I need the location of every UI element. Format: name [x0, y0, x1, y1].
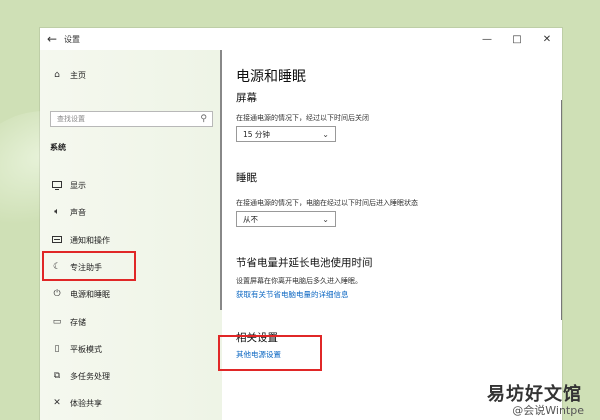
- sleep-heading: 睡眠: [236, 172, 257, 184]
- notification-icon: [48, 235, 66, 245]
- battery-info-link[interactable]: 获取有关节省电脑电量的详细信息: [236, 289, 349, 300]
- sidebar-item-label: 声音: [70, 207, 86, 217]
- sidebar-item-power-sleep[interactable]: ⏻ 电源和睡眠: [48, 283, 218, 305]
- close-button[interactable]: ✕: [532, 28, 562, 50]
- sidebar-item-tablet-mode[interactable]: ▯ 平板模式: [48, 338, 218, 360]
- search-icon: ⚲: [200, 114, 207, 124]
- back-arrow-icon: ←: [46, 32, 58, 46]
- section-title: 系统: [50, 143, 66, 152]
- screen-timeout-value: 15 分钟: [243, 129, 270, 139]
- multitask-icon: ⧉: [53, 371, 61, 381]
- sidebar-item-focus-assist[interactable]: ☾ 专注助手: [48, 256, 218, 278]
- minimize-button[interactable]: —: [472, 28, 502, 50]
- sidebar-item-label: 体验共享: [70, 398, 102, 408]
- sidebar: ⌂ 主页 查找设置 ⚲ 系统 显示 🔈︎ 声音 通知和操作 ☾ 专注助手 ⏻ 电…: [40, 50, 222, 420]
- sidebar-item-multitasking[interactable]: ⧉ 多任务处理: [48, 365, 218, 387]
- content-scrollbar[interactable]: [561, 100, 562, 320]
- main-content: 电源和睡眠 屏幕 在接通电源的情况下，经过以下时间后关闭 15 分钟 ⌄ 睡眠 …: [222, 50, 562, 420]
- window-title: 设置: [64, 34, 80, 44]
- power-icon: ⏻: [53, 289, 61, 299]
- sidebar-item-label: 多任务处理: [70, 371, 110, 381]
- page-title: 电源和睡眠: [236, 69, 306, 85]
- sidebar-item-label: 存储: [70, 317, 86, 327]
- sidebar-item-storage[interactable]: ▭ 存储: [48, 311, 218, 333]
- maximize-button[interactable]: □: [502, 28, 532, 50]
- storage-icon: ▭: [52, 317, 62, 327]
- related-settings-heading: 相关设置: [236, 332, 278, 344]
- sleep-timeout-value: 从不: [243, 214, 258, 224]
- sidebar-item-label: 电源和睡眠: [70, 289, 110, 299]
- search-placeholder: 查找设置: [57, 115, 85, 123]
- search-input[interactable]: 查找设置 ⚲: [50, 111, 213, 127]
- settings-window: ← 设置 — □ ✕ ⌂ 主页 查找设置 ⚲ 系统 显示 🔈︎ 声音 通知和操作…: [40, 28, 562, 420]
- speaker-icon: 🔈︎: [54, 207, 60, 217]
- sidebar-home[interactable]: ⌂ 主页: [48, 64, 218, 86]
- tablet-icon: ▯: [54, 344, 60, 354]
- sidebar-item-label: 专注助手: [70, 262, 102, 272]
- moon-icon: ☾: [52, 262, 62, 272]
- sidebar-item-notifications[interactable]: 通知和操作: [48, 229, 218, 251]
- sidebar-home-label: 主页: [70, 70, 86, 80]
- share-icon: ✕: [53, 398, 61, 408]
- sidebar-item-label: 通知和操作: [70, 235, 110, 245]
- back-button[interactable]: ←: [40, 32, 64, 46]
- additional-power-settings-link[interactable]: 其他电源设置: [236, 349, 281, 360]
- chevron-down-icon: ⌄: [322, 214, 329, 224]
- watermark-subtitle: @会说Wintpe: [512, 404, 584, 417]
- battery-description: 设置屏幕在你离开电脑后多久进入睡眠。: [236, 277, 362, 285]
- sidebar-item-display[interactable]: 显示: [48, 174, 218, 196]
- chevron-down-icon: ⌄: [322, 129, 329, 139]
- screen-description: 在接通电源的情况下，经过以下时间后关闭: [236, 114, 369, 122]
- sidebar-item-label: 平板模式: [70, 344, 102, 354]
- sidebar-item-label: 显示: [70, 180, 86, 190]
- sleep-timeout-select[interactable]: 从不 ⌄: [236, 211, 336, 227]
- monitor-icon: [48, 180, 66, 190]
- screen-timeout-select[interactable]: 15 分钟 ⌄: [236, 126, 336, 142]
- battery-heading: 节省电量并延长电池使用时间: [236, 257, 373, 269]
- sleep-description: 在接通电源的情况下，电脑在经过以下时间后进入睡眠状态: [236, 199, 418, 207]
- home-icon: ⌂: [54, 70, 60, 80]
- window-controls: — □ ✕: [472, 28, 562, 50]
- title-bar: ← 设置 — □ ✕: [40, 28, 562, 50]
- sidebar-item-sound[interactable]: 🔈︎ 声音: [48, 201, 218, 223]
- screen-heading: 屏幕: [236, 92, 257, 104]
- sidebar-item-shared-experiences[interactable]: ✕ 体验共享: [48, 392, 218, 414]
